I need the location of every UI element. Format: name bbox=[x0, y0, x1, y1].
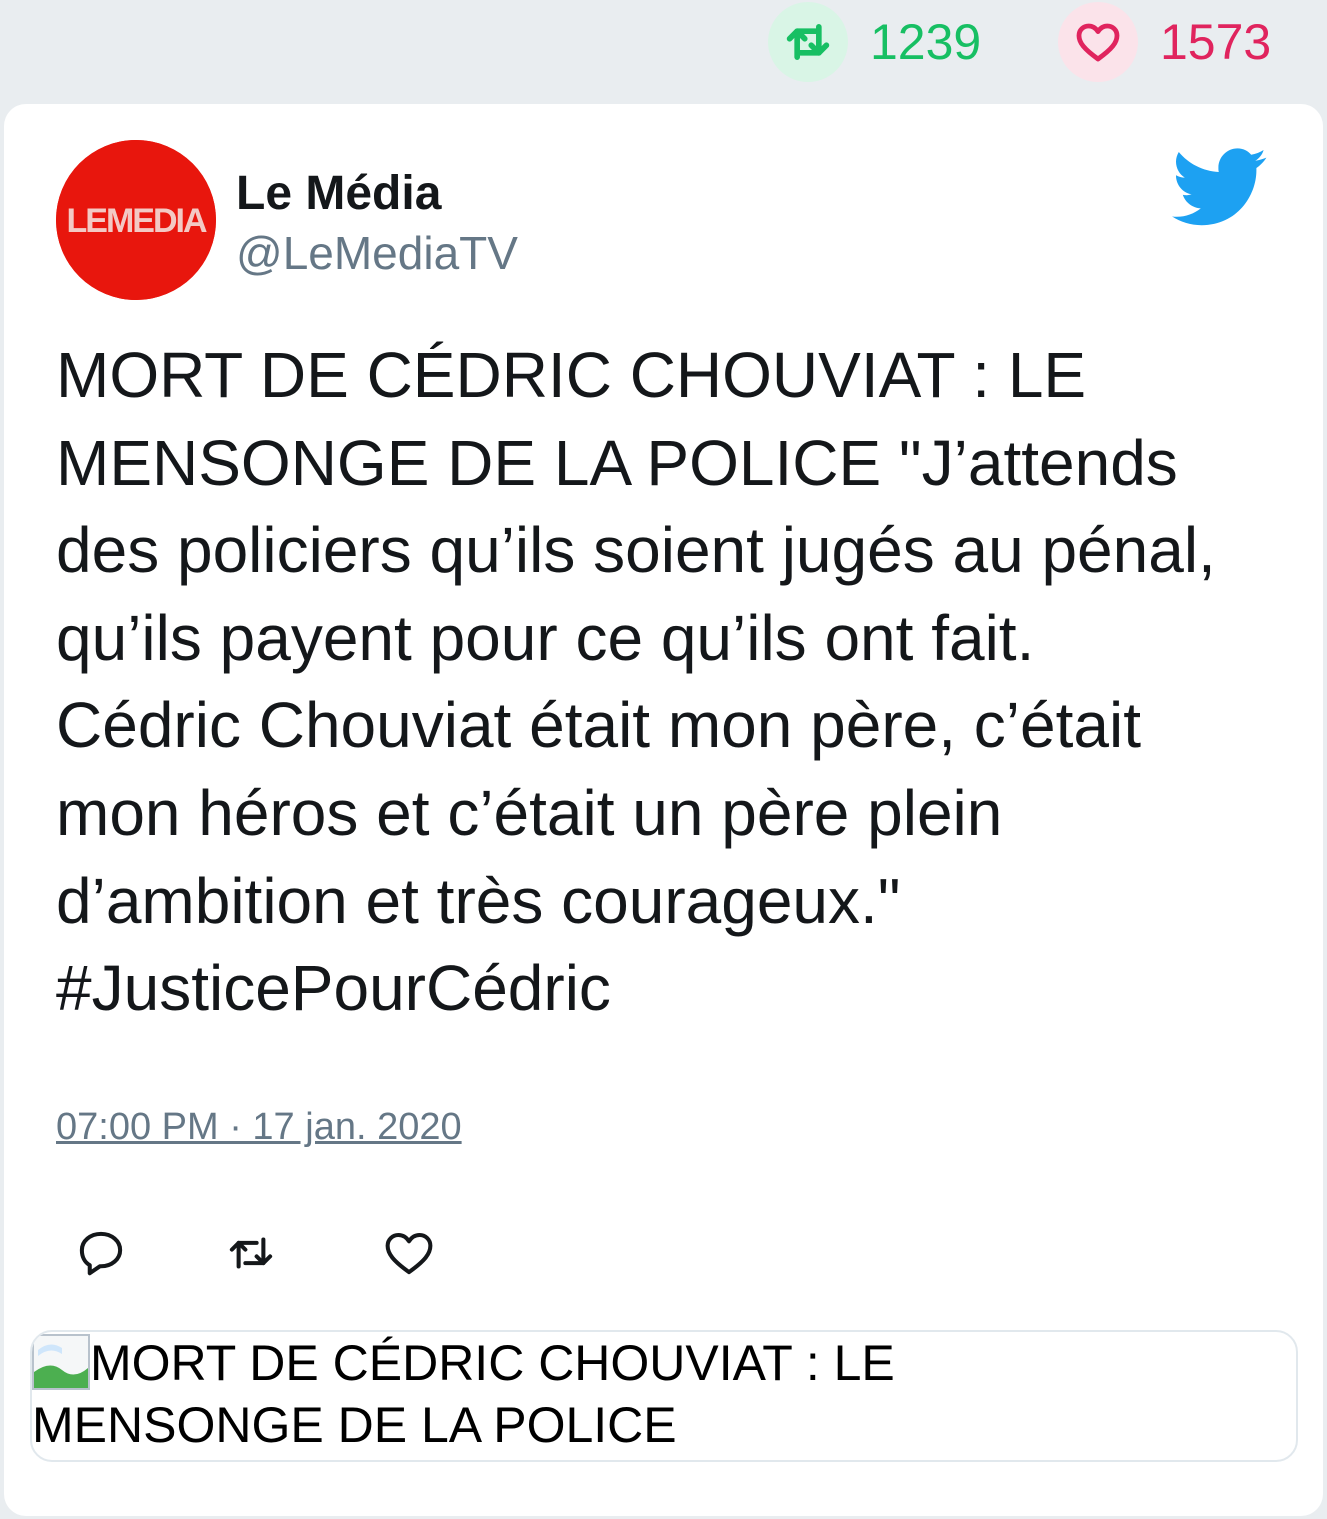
tweet-text-line: d’ambition et très courageux." bbox=[56, 864, 901, 937]
retweet-count: 1239 bbox=[870, 14, 982, 70]
reply-button[interactable] bbox=[74, 1226, 128, 1280]
like-count-stat[interactable]: 1573 bbox=[1058, 2, 1271, 82]
svg-text:LEMEDIA: LEMEDIA bbox=[67, 202, 207, 240]
tweet-text-line: MENSONGE DE LA POLICE "J’attends bbox=[56, 426, 1178, 499]
like-button[interactable] bbox=[382, 1226, 436, 1280]
tweet-text-line: Cédric Chouviat était mon père, c’était bbox=[56, 689, 1141, 762]
tweet-text-line: MORT DE CÉDRIC CHOUVIAT : LE bbox=[56, 339, 1087, 411]
like-icon-circle bbox=[1058, 2, 1138, 82]
heart-icon bbox=[385, 1232, 433, 1275]
le-media-logo: LEMEDIA bbox=[56, 140, 216, 300]
link-preview-card[interactable]: MORT DE CÉDRIC CHOUVIAT : LE MENSONGE DE… bbox=[30, 1330, 1298, 1462]
twitter-bird-icon[interactable] bbox=[1172, 148, 1268, 228]
heart-icon bbox=[1076, 23, 1120, 62]
engagement-stats: 1239 1573 bbox=[0, 0, 1327, 100]
retweet-icon bbox=[786, 24, 830, 60]
retweet-icon-circle bbox=[768, 2, 848, 82]
link-title-line: MORT DE CÉDRIC CHOUVIAT : LE bbox=[90, 1335, 895, 1391]
hashtag-link[interactable]: #JusticePourCédric bbox=[56, 945, 1296, 1033]
tweet-text-line: qu’ils payent pour ce qu’ils ont fait. bbox=[56, 601, 1035, 674]
link-title-line: MENSONGE DE LA POLICE bbox=[32, 1397, 677, 1453]
like-count: 1573 bbox=[1160, 14, 1272, 70]
retweet-count-stat[interactable]: 1239 bbox=[768, 2, 981, 82]
avatar[interactable]: LEMEDIA bbox=[56, 140, 216, 300]
retweet-icon bbox=[229, 1237, 273, 1269]
link-preview-title: MORT DE CÉDRIC CHOUVIAT : LE MENSONGE DE… bbox=[32, 1332, 1132, 1456]
tweet-text-line: mon héros et c’était un père plein bbox=[56, 776, 1003, 849]
reply-icon bbox=[79, 1231, 123, 1276]
retweet-button[interactable] bbox=[224, 1226, 278, 1280]
tweet-text-line: des policiers qu’ils soient jugés au pén… bbox=[56, 514, 1216, 587]
tweet-card: LEMEDIA Le Média @LeMediaTV MORT DE CÉDR… bbox=[4, 104, 1323, 1516]
tweet-timestamp[interactable]: 07:00 PM · 17 jan. 2020 bbox=[56, 1106, 462, 1149]
tweet-text: MORT DE CÉDRIC CHOUVIAT : LE MENSONGE DE… bbox=[56, 332, 1296, 1033]
author-name[interactable]: Le Média bbox=[236, 166, 441, 221]
author-handle[interactable]: @LeMediaTV bbox=[236, 226, 518, 280]
